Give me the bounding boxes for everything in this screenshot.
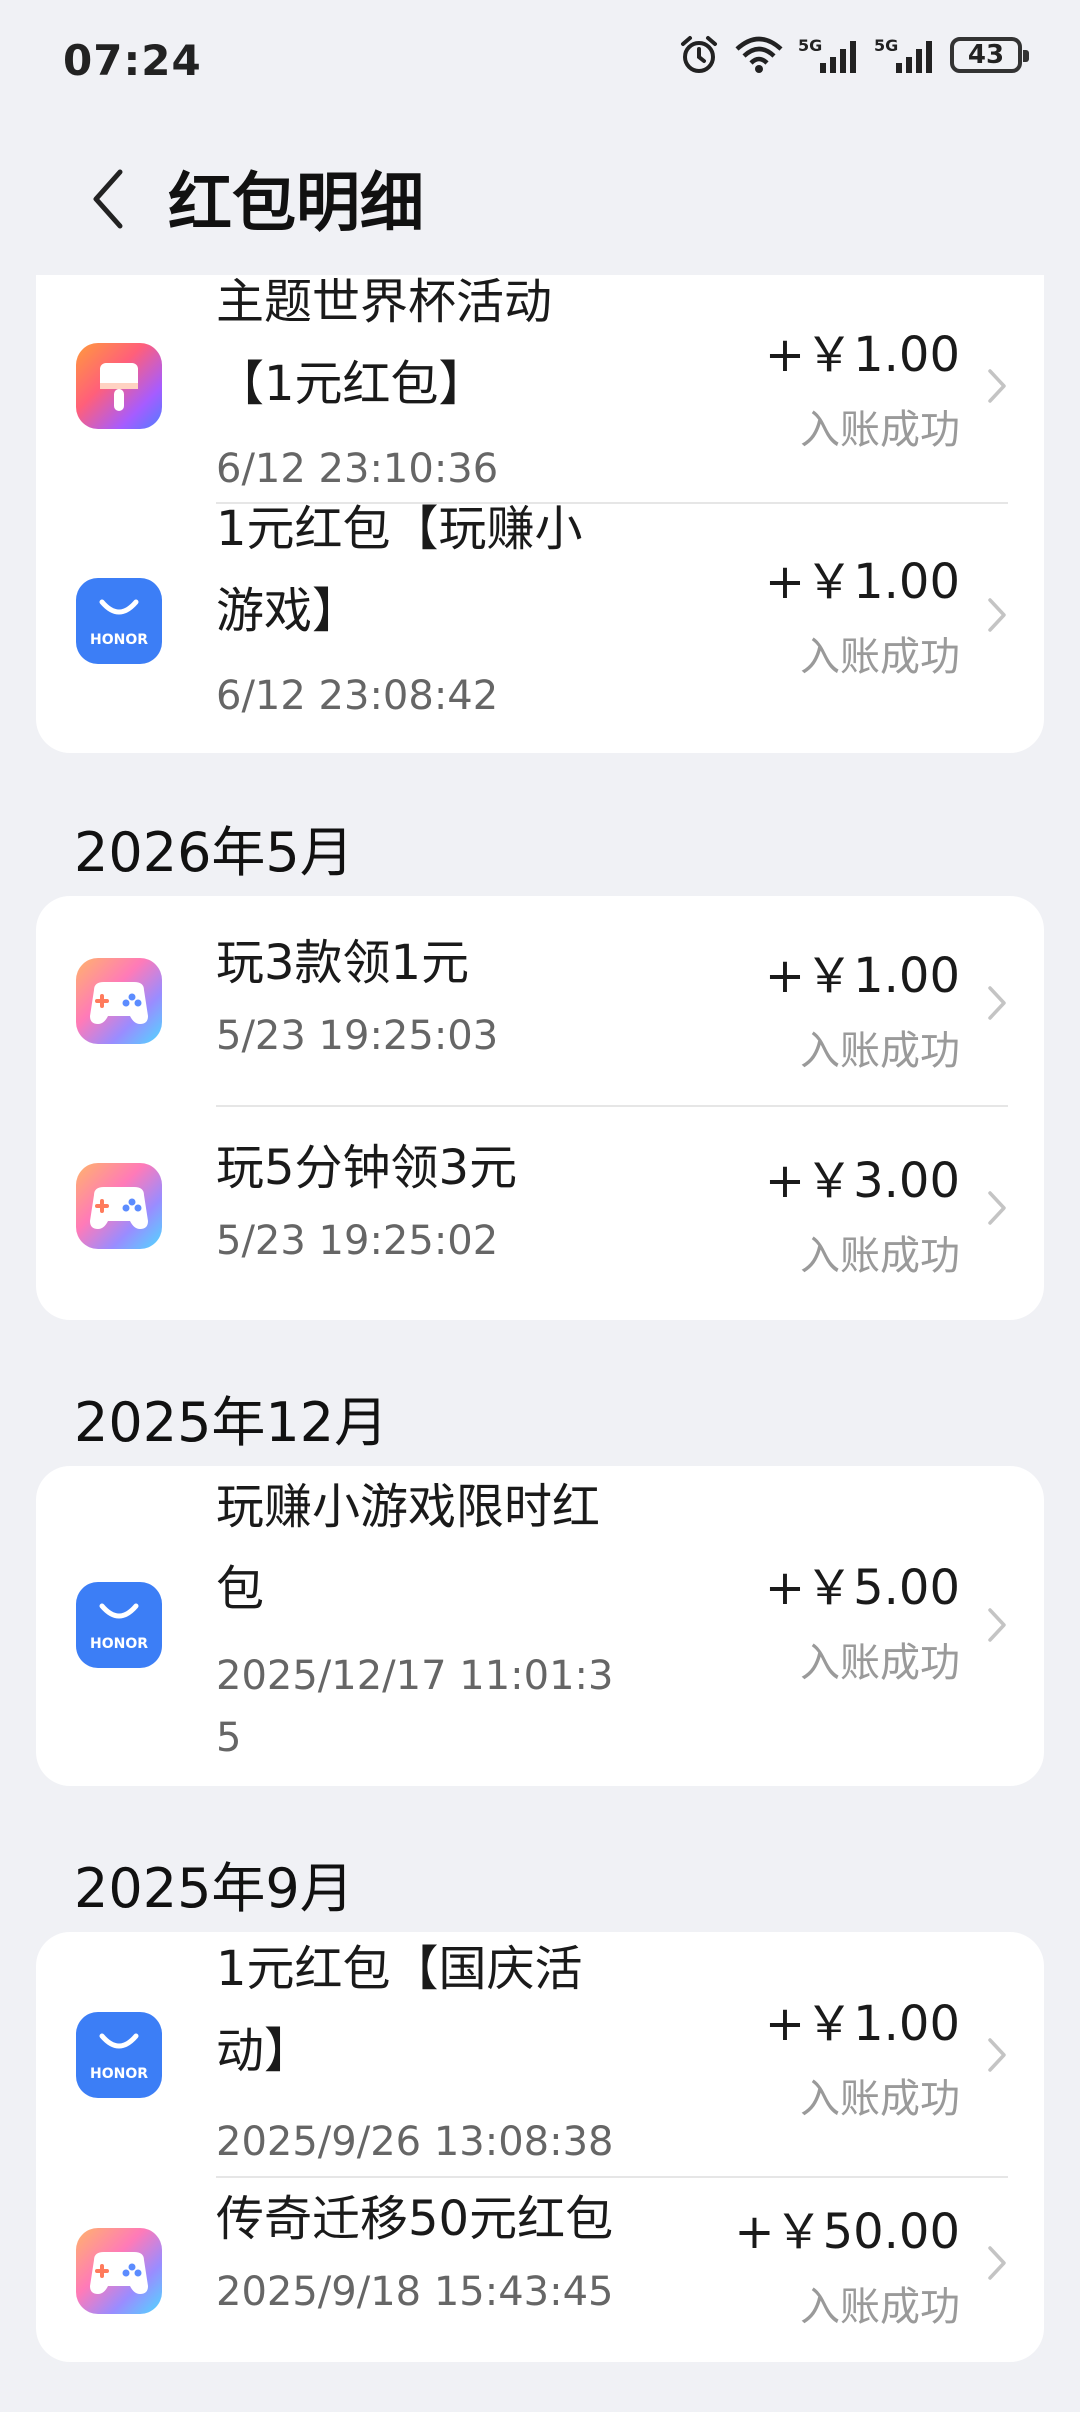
record-title: 玩赚小游戏限时红 [216, 1479, 601, 1535]
svg-text:HONOR: HONOR [90, 632, 148, 648]
record-amount: +￥50.00 [734, 2204, 960, 2260]
record-title: 1元红包【国庆活 [216, 1941, 583, 1997]
record-amount: +￥1.00 [764, 327, 960, 383]
gamepad-icon [76, 1163, 162, 1249]
record-title-line2: 游戏】 [216, 583, 361, 639]
status-bar: 07:24 5G 5G 43 [0, 0, 1080, 124]
record-status: 入账成功 [800, 2284, 960, 2330]
record-title-line2: 【1元红包】 [216, 356, 487, 412]
honor-bag-icon: HONOR [76, 2012, 162, 2098]
record-title: 玩5分钟领3元 [216, 1140, 518, 1196]
record-status: 入账成功 [800, 634, 960, 680]
battery-icon: 43 [950, 37, 1029, 73]
record-status: 入账成功 [800, 1233, 960, 1279]
record-card: 玩3款领1元 5/23 19:25:03 +￥1.00 入账成功 玩5分钟领3元… [36, 896, 1044, 1320]
gamepad-icon [76, 958, 162, 1044]
record-date: 5/23 19:25:03 [216, 1013, 499, 1059]
battery-level: 43 [967, 40, 1005, 70]
status-icons: 5G 5G 43 [678, 34, 1029, 76]
record-date-line2: 5 [216, 1715, 242, 1761]
svg-text:5G: 5G [874, 36, 898, 55]
chevron-right-icon [988, 598, 1006, 632]
back-arrow-icon[interactable] [84, 164, 134, 234]
month-header: 2025年9月 [74, 1857, 354, 1920]
honor-bag-icon: HONOR [76, 1582, 162, 1668]
svg-text:HONOR: HONOR [90, 2066, 148, 2082]
svg-text:HONOR: HONOR [90, 1636, 148, 1652]
month-header: 2025年12月 [74, 1391, 389, 1454]
page-title: 红包明细 [168, 167, 424, 241]
chevron-right-icon [988, 2246, 1006, 2280]
record-row[interactable]: 玩5分钟领3元 5/23 19:25:02 +￥3.00 入账成功 [36, 1107, 1044, 1320]
record-row[interactable]: 传奇迁移50元红包 2025/9/18 15:43:45 +￥50.00 入账成… [36, 2178, 1044, 2362]
wifi-icon [735, 36, 783, 73]
record-title-line2: 包 [216, 1561, 265, 1617]
record-card: HONOR 1元红包【国庆活 动】 2025/9/26 13:08:38 +￥1… [36, 1932, 1044, 2362]
chevron-right-icon [988, 1608, 1006, 1642]
record-status: 入账成功 [800, 1640, 960, 1686]
record-row[interactable]: HONOR 1元红包【国庆活 动】 2025/9/26 13:08:38 +￥1… [36, 1932, 1044, 2176]
record-title: 1元红包【玩赚小 [216, 501, 583, 557]
alarm-icon [681, 36, 717, 73]
signal-5g-icon-2: 5G [874, 36, 932, 73]
record-title: 主题世界杯活动 [216, 275, 553, 330]
chevron-right-icon [988, 986, 1006, 1020]
record-date: 6/12 23:08:42 [216, 673, 499, 719]
page-header: 红包明细 [0, 140, 1080, 250]
chevron-right-icon [988, 369, 1006, 403]
gamepad-icon [76, 2228, 162, 2314]
month-header: 2026年5月 [74, 821, 354, 884]
record-date: 2025/9/26 13:08:38 [216, 2119, 614, 2165]
theme-brush-icon [76, 343, 162, 429]
record-row[interactable]: 玩3款领1元 5/23 19:25:03 +￥1.00 入账成功 [36, 896, 1044, 1105]
record-amount: +￥1.00 [764, 554, 960, 610]
record-row[interactable]: 主题世界杯活动 【1元红包】 6/12 23:10:36 +￥1.00 入账成功 [36, 275, 1044, 503]
record-status: 入账成功 [800, 407, 960, 453]
chevron-right-icon [988, 1191, 1006, 1225]
record-status: 入账成功 [800, 1028, 960, 1074]
record-row[interactable]: HONOR 玩赚小游戏限时红 包 2025/12/17 11:01:3 5 +￥… [36, 1466, 1044, 1786]
record-row[interactable]: HONOR 1元红包【玩赚小 游戏】 6/12 23:08:42 +￥1.00 … [36, 501, 1044, 753]
record-title-line2: 动】 [216, 2023, 313, 2079]
record-date: 2025/9/18 15:43:45 [216, 2269, 614, 2315]
record-title: 玩3款领1元 [216, 935, 470, 991]
chevron-right-icon [988, 2038, 1006, 2072]
status-time: 07:24 [63, 36, 202, 85]
signal-5g-icon: 5G [798, 36, 856, 73]
honor-bag-icon: HONOR [76, 578, 162, 664]
record-date: 5/23 19:25:02 [216, 1218, 499, 1264]
record-date: 2025/12/17 11:01:3 [216, 1653, 614, 1699]
record-title: 传奇迁移50元红包 [216, 2191, 614, 2247]
record-amount: +￥1.00 [764, 948, 960, 1004]
svg-text:5G: 5G [798, 36, 822, 55]
record-amount: +￥1.00 [764, 1996, 960, 2052]
record-card-top: 主题世界杯活动 【1元红包】 6/12 23:10:36 +￥1.00 入账成功… [36, 275, 1044, 753]
record-amount: +￥3.00 [764, 1153, 960, 1209]
record-amount: +￥5.00 [764, 1560, 960, 1616]
record-status: 入账成功 [800, 2076, 960, 2122]
record-card: HONOR 玩赚小游戏限时红 包 2025/12/17 11:01:3 5 +￥… [36, 1466, 1044, 1786]
